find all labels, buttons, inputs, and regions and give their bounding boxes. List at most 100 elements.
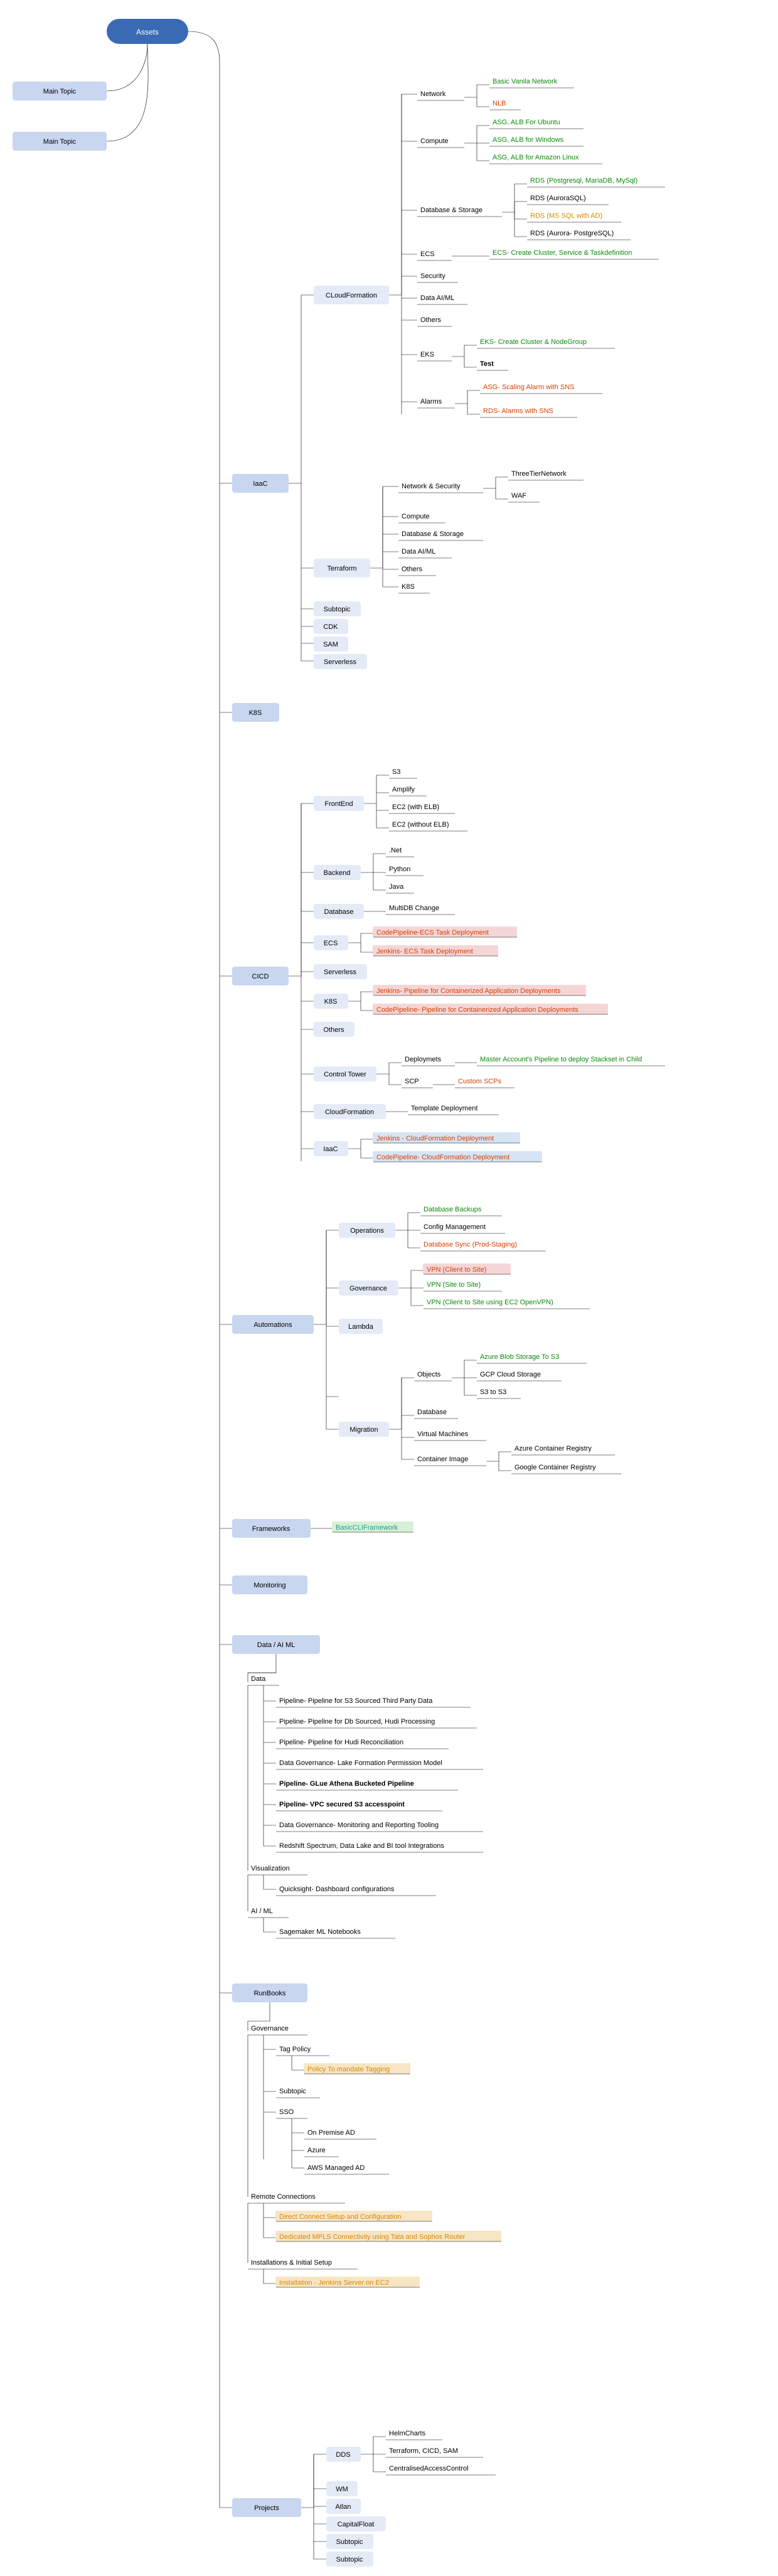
auto-ops-1[interactable]: Config Management [420, 1223, 505, 1233]
cicd-be-1[interactable]: Python [386, 866, 424, 876]
cf-compute-2[interactable]: ASG, ALB for Amazon Linux [489, 154, 602, 164]
mig-con-0[interactable]: Azure Container Registry [511, 1445, 615, 1455]
cf-dataai[interactable]: Data AI/ML [417, 294, 467, 304]
projects-node[interactable]: Projects [232, 2498, 301, 2517]
tf-netsec[interactable]: Network & Security [398, 483, 483, 493]
dataai-viz-0[interactable]: Quicksight- Dashboard configurations [276, 1886, 436, 1896]
auto-gov[interactable]: Governance [339, 1280, 398, 1296]
mig-obj-0[interactable]: Azure Blob Storage To S3 [477, 1353, 587, 1363]
cicd-ct-deploy-0[interactable]: Master Account's Pipeline to deploy Stac… [477, 1056, 665, 1066]
rb-tagpolicy[interactable]: Tag Policy [276, 2046, 329, 2056]
iaac-subtopic[interactable]: Subtopic [314, 601, 361, 616]
proj-dds-0[interactable]: HelmCharts [386, 2430, 442, 2440]
dataai-aiml-0[interactable]: Sagemaker ML Notebooks [276, 1928, 395, 1938]
dataai-node[interactable]: Data / AI ML [232, 1635, 320, 1654]
dataai-aiml[interactable]: AI / ML [248, 1908, 289, 1918]
frameworks-0[interactable]: BasicCLIFramework [332, 1521, 413, 1532]
cf-ecs-0[interactable]: ECS- Create Cluster, Service & Taskdefin… [489, 249, 659, 259]
cicd-ct[interactable]: Control Tower [314, 1066, 376, 1081]
rb-subtopic[interactable]: Subtopic [276, 2088, 320, 2098]
dataai-data[interactable]: Data [248, 1675, 279, 1685]
tf-db[interactable]: Database & Storage [398, 530, 483, 540]
auto-ops-2[interactable]: Database Sync (Prod-Staging) [420, 1241, 546, 1251]
mig-obj-2[interactable]: S3 to S3 [477, 1388, 521, 1398]
mig-obj-1[interactable]: GCP Cloud Storage [477, 1371, 562, 1381]
rb-tagpolicy-0[interactable]: Policy To mandate Tagging [304, 2063, 410, 2074]
cf-security[interactable]: Security [417, 272, 458, 282]
rb-sso-2[interactable]: AWS Managed AD [304, 2164, 389, 2174]
cf-alarms[interactable]: Alarms [417, 398, 455, 408]
mig-con-1[interactable]: Google Container Registry [511, 1464, 621, 1474]
rb-sso[interactable]: SSO [276, 2108, 307, 2118]
auto-gov-0[interactable]: VPN (Client to Site) [423, 1264, 511, 1274]
cicd-ecs[interactable]: ECS [314, 935, 348, 950]
iaac-node[interactable]: IaaC [232, 474, 289, 493]
tf-compute[interactable]: Compute [398, 513, 445, 523]
cf-eks-0[interactable]: EKS- Create Cluster & NodeGroup [477, 338, 615, 348]
mig-container[interactable]: Container Image [414, 1456, 486, 1466]
frameworks-node[interactable]: Frameworks [232, 1519, 311, 1538]
rb-sso-1[interactable]: Azure [304, 2147, 339, 2157]
rb-sso-0[interactable]: On Premise AD [304, 2129, 376, 2139]
cicd-ct-deploy[interactable]: Deploymets [402, 1056, 455, 1066]
mig-vm[interactable]: Virtual Machines [414, 1430, 486, 1441]
cf-compute-1[interactable]: ASG, ALB for Windows [489, 136, 584, 146]
tf-dataai[interactable]: Data AI/ML [398, 548, 452, 558]
mig-objects[interactable]: Objects [414, 1371, 452, 1381]
cf-network[interactable]: Network [417, 90, 464, 100]
cicd-backend[interactable]: Backend [314, 865, 361, 880]
cf-db-0[interactable]: RDS (Postgresql, MariaDB, MySql) [527, 177, 665, 187]
cf-others[interactable]: Others [417, 316, 452, 326]
cicd-ct-scp[interactable]: SCP [402, 1078, 433, 1088]
cicd-ct-scp-0[interactable]: Custom SCPs [455, 1078, 514, 1088]
tf-netsec-1[interactable]: WAF [508, 492, 540, 502]
cf-network-0[interactable]: Basic Vanila Network [489, 78, 574, 88]
cicd-be-0[interactable]: .Net [386, 847, 414, 857]
runbooks-node[interactable]: RunBooks [232, 1983, 307, 2002]
proj-s1[interactable]: Subtopic [326, 2534, 373, 2549]
cicd-iaac[interactable]: IaaC [314, 1141, 348, 1156]
dataai-d-5[interactable]: Pipeline- VPC secured S3 accesspoint [276, 1801, 442, 1811]
cicd-fe-0[interactable]: S3 [389, 768, 417, 778]
cicd-cfn[interactable]: CloudFormation [314, 1104, 386, 1119]
iaac-sam[interactable]: SAM [314, 636, 348, 652]
k8s-top-node[interactable]: K8S [232, 703, 279, 722]
proj-dds-2[interactable]: CentralisedAccessControl [386, 2465, 496, 2475]
cicd-node[interactable]: CICD [232, 967, 289, 985]
dataai-d-3[interactable]: Data Governance- Lake Formation Permissi… [276, 1759, 483, 1769]
cicd-cfn-0[interactable]: Template Deployment [408, 1105, 499, 1115]
cf-compute-0[interactable]: ASG, ALB For Ubuntu [489, 119, 584, 129]
dataai-d-4[interactable]: Pipeline- GLue Athena Bucketed Pipeline [276, 1780, 458, 1790]
dataai-d-1[interactable]: Pipeline- Pipeline for Db Sourced, Hudi … [276, 1718, 477, 1728]
tf-others[interactable]: Others [398, 566, 436, 576]
cf-db-1[interactable]: RDS (AuroraSQL) [527, 195, 609, 205]
cf-alarms-1[interactable]: RDS- Alarms with SNS [480, 407, 577, 417]
monitoring-node[interactable]: Monitoring [232, 1575, 307, 1594]
cicd-k8s-1[interactable]: CodePipeline- Pipeline for Containerized… [373, 1004, 608, 1014]
rb-gov[interactable]: Governance [248, 2025, 307, 2035]
rb-remote[interactable]: Remote Connections [248, 2193, 345, 2203]
cf-compute[interactable]: Compute [417, 137, 464, 148]
dataai-d-0[interactable]: Pipeline- Pipeline for S3 Sourced Third … [276, 1697, 471, 1707]
dataai-viz[interactable]: Visualization [248, 1865, 307, 1875]
auto-migration[interactable]: Migration [339, 1422, 389, 1437]
cicd-serverless[interactable]: Serverless [314, 964, 367, 979]
cloudformation-node[interactable]: CLoudFormation [314, 286, 389, 304]
cicd-frontend[interactable]: FrontEnd [314, 796, 364, 811]
cf-eks-1[interactable]: Test [477, 360, 508, 370]
rb-install[interactable]: Installations & Initial Setup [248, 2259, 358, 2269]
side-topic-1[interactable]: Main Topic [13, 82, 107, 100]
auto-ops-0[interactable]: Database Backups [420, 1206, 502, 1216]
rb-remote-0[interactable]: Direct Connect Setup and Configuration [275, 2211, 432, 2221]
proj-wm[interactable]: WM [326, 2481, 358, 2496]
mig-db[interactable]: Database [414, 1409, 458, 1419]
cicd-fe-3[interactable]: EC2 (without ELB) [389, 821, 467, 831]
cf-ecs[interactable]: ECS [417, 250, 452, 260]
tf-netsec-0[interactable]: ThreeTierNetwork [508, 470, 584, 480]
cicd-fe-1[interactable]: Amplify [389, 786, 427, 796]
cicd-iaac-1[interactable]: CodePipeline- CloudFormation Deployment [373, 1151, 542, 1162]
cicd-ecs-1[interactable]: Jenkins- ECS Task Deployment [373, 945, 498, 956]
dataai-d-2[interactable]: Pipeline- Pipeline for Hudi Reconciliati… [276, 1739, 449, 1749]
cicd-be-2[interactable]: Java [386, 883, 414, 893]
proj-dds[interactable]: DDS [326, 2447, 361, 2462]
